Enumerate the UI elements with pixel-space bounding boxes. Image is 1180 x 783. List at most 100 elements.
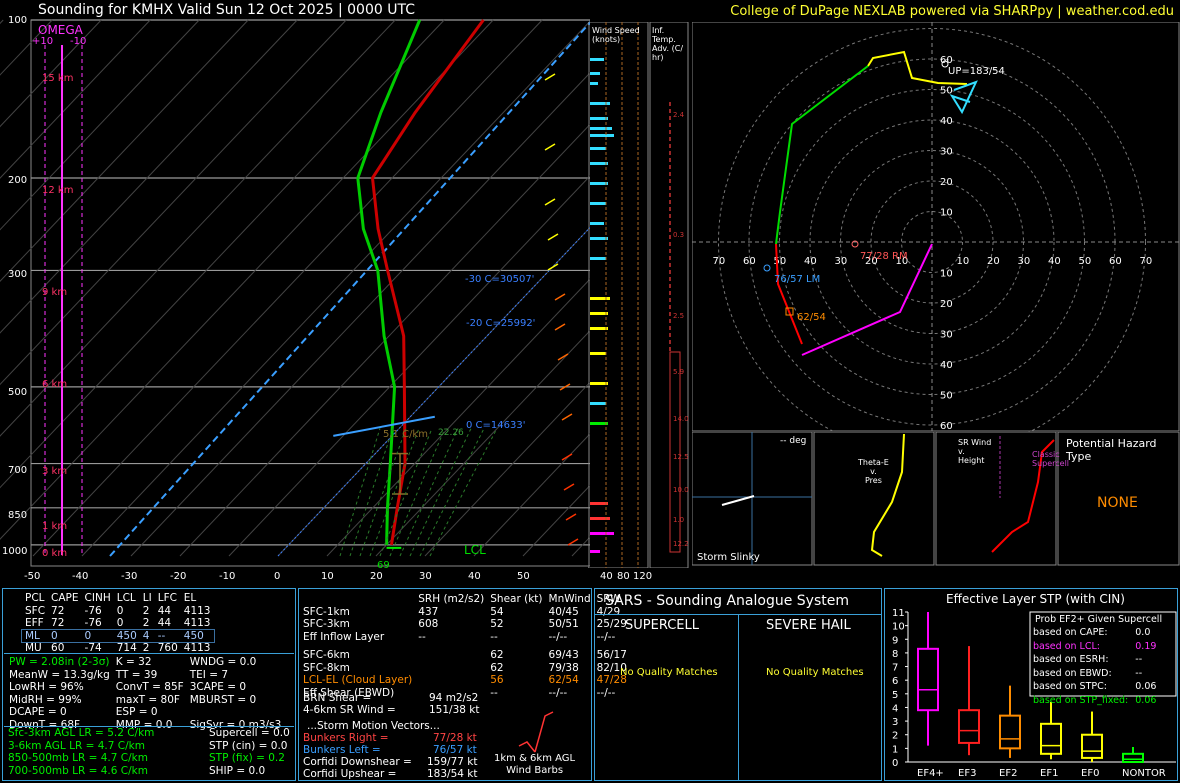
height-15km: 15 km bbox=[42, 73, 74, 84]
hodo-ring-label: 20 bbox=[940, 299, 953, 310]
hodo-x-label: 60 bbox=[743, 256, 756, 267]
corfidi-up-label: Corfidi Upshear = bbox=[303, 768, 397, 780]
isotherm bbox=[0, 19, 4, 25]
hodo-x-label: 40 bbox=[1048, 256, 1061, 267]
stp-title: Effective Layer STP (with CIN) bbox=[946, 592, 1125, 606]
skewt-grid bbox=[0, 19, 590, 557]
table-row: SFC-8km 62 79/38 82/10 bbox=[303, 661, 627, 674]
table-row: MeanW = 13.3g/kg TT = 39 TEI = 7 bbox=[9, 668, 229, 681]
wind-speed-bar bbox=[590, 237, 608, 240]
inf-temp-value: 10.0 bbox=[673, 486, 689, 494]
sars-title: SARS - Sounding Analogue System bbox=[605, 593, 849, 609]
stp-y-tick: 4 bbox=[892, 703, 898, 714]
wind-speed-bar bbox=[590, 422, 608, 425]
wind-speed-bar bbox=[590, 162, 608, 165]
wind-speed-bar bbox=[590, 127, 612, 130]
stp-y-tick: 2 bbox=[892, 731, 898, 742]
hodo-ring-label: 60 bbox=[940, 421, 953, 432]
wind-speed-bar bbox=[590, 382, 608, 385]
bunkers-left-value: 76/57 kt bbox=[433, 744, 477, 756]
table-row: based on ESRH: -- bbox=[1033, 654, 1143, 665]
lapse-label: 5.1 C/km bbox=[383, 429, 428, 440]
inf-temp-value: 14.0 bbox=[673, 415, 689, 423]
inf-temp-value: 2.5 bbox=[673, 312, 684, 320]
stp-y-tick: 7 bbox=[892, 663, 898, 674]
hodo-ring bbox=[718, 28, 1146, 432]
hodo-ring-label: 40 bbox=[940, 116, 953, 127]
vectors-title: ...Storm Motion Vectors... bbox=[307, 720, 440, 732]
hodo-ring-label: 40 bbox=[940, 360, 953, 371]
stp-category-label: EF1 bbox=[1040, 768, 1058, 779]
hodo-x-label: 40 bbox=[804, 256, 817, 267]
p-tick-200: 200 bbox=[8, 175, 28, 186]
stp-legend-table: based on CAPE: 0.0 based on LCL: 0.19 base… bbox=[1032, 626, 1157, 707]
wind-speed-bar bbox=[590, 147, 606, 150]
stp-legend-title: Prob EF2+ Given Supercell bbox=[1035, 614, 1163, 625]
classic-supercell: Classic Supercell bbox=[1032, 450, 1070, 468]
bunkers-right-value: 77/28 kt bbox=[433, 732, 477, 744]
sars-hail: SEVERE HAIL bbox=[766, 618, 851, 633]
sars-sc-msg: No Quality Matches bbox=[620, 667, 718, 678]
sars-hail-msg: No Quality Matches bbox=[766, 667, 864, 678]
isotherm bbox=[424, 381, 590, 557]
stp-box bbox=[1081, 733, 1103, 759]
t-tick: -20 bbox=[170, 571, 187, 582]
mixing-ratio bbox=[339, 428, 381, 557]
bunkers-left-label: Bunkers Left = bbox=[303, 744, 381, 756]
height-3km: 3 km bbox=[42, 466, 68, 477]
hazard-title: Potential Hazard Type bbox=[1066, 437, 1157, 463]
isotherm bbox=[130, 72, 590, 557]
stp-category-label: EF2 bbox=[999, 768, 1017, 779]
wind-barb bbox=[563, 483, 575, 491]
table-row: PW = 2.08in (2-3σ) K = 32 WNDG = 0.0 bbox=[9, 656, 257, 668]
kin-header-row: SRH (m2/s2) Shear (kt) MnWind SRW bbox=[418, 593, 621, 605]
wind-speed-bar bbox=[590, 102, 610, 105]
wind-barb bbox=[547, 263, 559, 271]
lapse-rate-item: 700-500mb LR = 4.6 C/km bbox=[8, 764, 148, 777]
wind-barb bbox=[561, 413, 573, 421]
col-header: EL bbox=[183, 592, 197, 604]
col-header: LI bbox=[142, 592, 152, 604]
kinematics-table: SRH (m2/s2) Shear (kt) MnWind SRW SFC-1km 43… bbox=[300, 593, 630, 699]
t-tick: -40 bbox=[72, 571, 89, 582]
p-tick-500: 500 bbox=[8, 387, 28, 398]
level-m30: -30 C=30507' bbox=[465, 274, 534, 285]
height-12km: 12 km bbox=[42, 185, 74, 196]
corfidi-up-value: 183/54 kt bbox=[427, 768, 478, 780]
wind-barb bbox=[544, 73, 556, 81]
wind-speed-bar bbox=[590, 532, 614, 535]
table-row: based on CAPE: 0.0 bbox=[1033, 627, 1151, 638]
p-tick-300: 300 bbox=[8, 269, 28, 280]
inf-temp-value: 2.4 bbox=[673, 111, 685, 119]
rm-label: 77/28 RM bbox=[860, 251, 908, 262]
stp-category-label: EF0 bbox=[1081, 768, 1099, 779]
wind-speed-bar bbox=[590, 58, 604, 61]
composite-item: STP (cin) = 0.0 bbox=[209, 739, 288, 752]
stp-y-tick: 8 bbox=[892, 649, 898, 660]
indices-table: PW = 2.08in (2-3σ) K = 32 WNDG = 0.0 MeanW… bbox=[6, 656, 284, 731]
barbs-inset bbox=[518, 711, 554, 753]
wind-barb bbox=[561, 453, 573, 461]
wind-speed-bar bbox=[590, 312, 608, 315]
parcel-trace bbox=[109, 21, 590, 557]
stp-box bbox=[917, 647, 939, 712]
inf-temp-value: 1.0 bbox=[673, 516, 684, 524]
wind-barb bbox=[554, 293, 566, 301]
p-tick-1000: 1000 bbox=[2, 546, 28, 557]
table-row: EFF 72 -76 0 2 44 4113 bbox=[25, 617, 211, 629]
omega-label: OMEGA bbox=[38, 23, 84, 37]
table-row: based on STP_fixed: 0.06 bbox=[1033, 694, 1157, 706]
slinky-label: Storm Slinky bbox=[697, 552, 760, 563]
dewpoint-trace bbox=[356, 19, 422, 545]
composite-item: Supercell = 0.0 bbox=[209, 727, 290, 739]
hazard-value: NONE bbox=[1097, 495, 1138, 511]
stp-y-tick: 5 bbox=[892, 690, 898, 701]
stp-category-label: NONTOR bbox=[1122, 768, 1166, 779]
mixing-ratio bbox=[429, 428, 498, 557]
height-6km: 6 km bbox=[42, 379, 68, 390]
table-row: LowRH = 96% ConvT = 85F 3CAPE = 0 bbox=[9, 681, 247, 693]
col-header: CINH bbox=[84, 592, 111, 604]
table-row: SFC-6km 62 69/43 56/17 bbox=[303, 649, 627, 661]
isotherm bbox=[81, 20, 590, 557]
hodo-x-label: 30 bbox=[835, 256, 848, 267]
